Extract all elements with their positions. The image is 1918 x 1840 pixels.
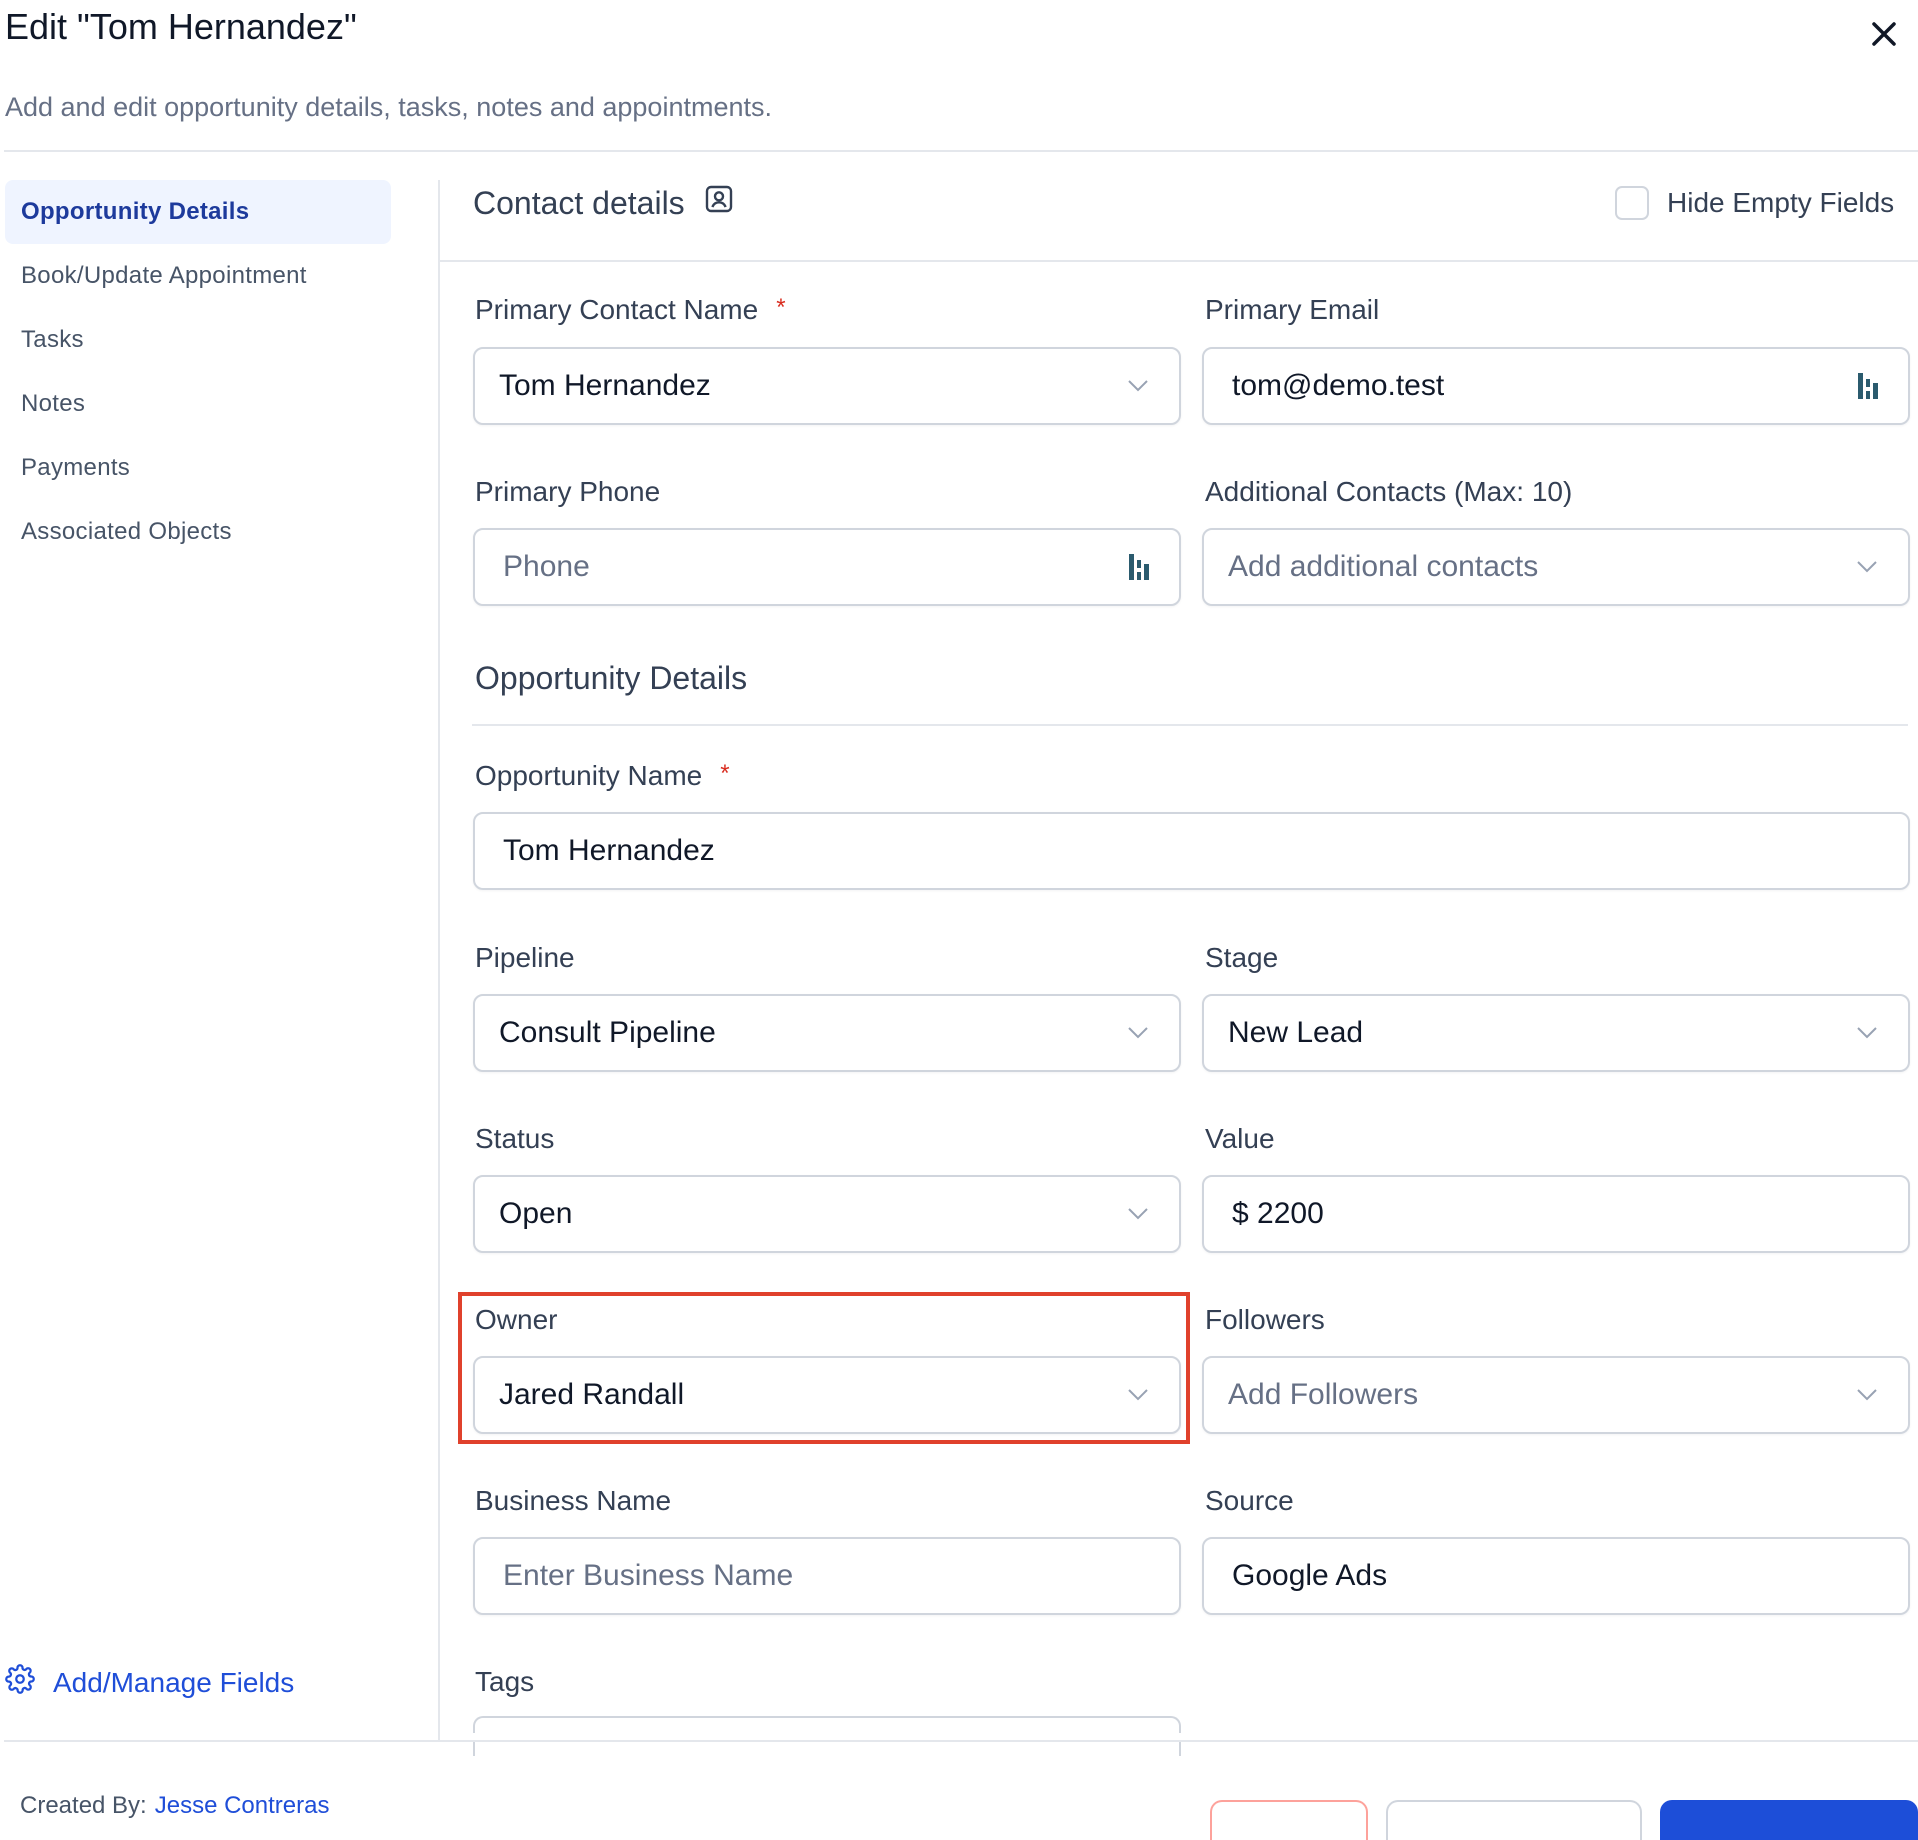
sidebar-item-label: Opportunity Details	[21, 198, 250, 225]
hide-empty-fields-label: Hide Empty Fields	[1667, 187, 1895, 218]
source-field[interactable]: Google Ads	[1202, 1537, 1910, 1615]
primary-contact-select[interactable]: Tom Hernandez	[473, 347, 1181, 425]
save-button[interactable]	[1660, 1800, 1918, 1840]
footer-divider	[4, 1740, 1918, 1742]
additional-contacts-select[interactable]: Add additional contacts	[1202, 528, 1910, 606]
pipeline-value: Consult Pipeline	[499, 1016, 716, 1049]
pipeline-select[interactable]: Consult Pipeline	[473, 994, 1181, 1072]
created-by-user-link[interactable]: Jesse Contreras	[155, 1792, 330, 1819]
cancel-button[interactable]	[1386, 1800, 1642, 1840]
sidebar-item-label: Associated Objects	[21, 518, 232, 545]
contact-card-icon	[685, 183, 735, 223]
primary-email-label: Primary Email	[1205, 294, 1380, 325]
opportunity-name-field[interactable]: Tom Hernandez	[473, 812, 1910, 890]
stage-select[interactable]: New Lead	[1202, 994, 1910, 1072]
header-divider	[4, 150, 1918, 152]
chevron-down-icon	[1121, 379, 1155, 393]
add-manage-fields-link[interactable]: Add/Manage Fields	[5, 1664, 294, 1701]
opportunity-details-heading: Opportunity Details	[475, 660, 748, 696]
sidebar-item-tasks[interactable]: Tasks	[5, 308, 391, 372]
sidebar-item-label: Payments	[21, 454, 131, 481]
sidebar-item-notes[interactable]: Notes	[5, 372, 391, 436]
modal-subtitle: Add and edit opportunity details, tasks,…	[5, 92, 772, 122]
owner-value: Jared Randall	[499, 1378, 685, 1411]
value-label: Value	[1205, 1123, 1275, 1154]
gear-icon	[5, 1664, 53, 1701]
business-name-placeholder: Enter Business Name	[503, 1559, 794, 1592]
primary-phone-field[interactable]: Phone	[473, 528, 1181, 606]
created-by-label: Created By:	[20, 1792, 147, 1819]
chevron-down-icon	[1121, 1026, 1155, 1040]
status-select[interactable]: Open	[473, 1175, 1181, 1253]
primary-contact-label: Primary Contact Name *	[475, 294, 786, 326]
opportunity-name-label: Opportunity Name *	[475, 760, 730, 792]
stage-label: Stage	[1205, 942, 1279, 973]
pipeline-label: Pipeline	[475, 942, 575, 973]
opportunity-name-label-text: Opportunity Name	[475, 760, 703, 791]
hide-empty-fields-checkbox[interactable]	[1615, 186, 1649, 220]
primary-email-value: tom@demo.test	[1232, 369, 1445, 402]
stage-value: New Lead	[1228, 1016, 1364, 1049]
chevron-down-icon	[1850, 1388, 1884, 1402]
chevron-down-icon	[1850, 560, 1884, 574]
primary-email-field[interactable]: tom@demo.test	[1202, 347, 1910, 425]
chevron-down-icon	[1121, 1207, 1155, 1221]
owner-select[interactable]: Jared Randall	[473, 1356, 1181, 1434]
sidebar-item-book-appointment[interactable]: Book/Update Appointment	[5, 244, 391, 308]
business-name-label: Business Name	[475, 1485, 672, 1516]
smart-field-icon	[1856, 371, 1880, 401]
opportunity-name-value: Tom Hernandez	[503, 834, 715, 867]
value-field[interactable]: $ 2200	[1202, 1175, 1910, 1253]
business-name-field[interactable]: Enter Business Name	[473, 1537, 1181, 1615]
followers-select[interactable]: Add Followers	[1202, 1356, 1910, 1434]
chevron-down-icon	[1850, 1026, 1884, 1040]
delete-button[interactable]	[1210, 1800, 1368, 1840]
primary-contact-value: Tom Hernandez	[499, 369, 711, 402]
required-marker: *	[776, 294, 786, 321]
contact-details-heading: Contact details	[473, 183, 735, 223]
additional-contacts-label: Additional Contacts (Max: 10)	[1205, 476, 1573, 507]
contact-details-title: Contact details	[473, 184, 685, 221]
additional-contacts-placeholder: Add additional contacts	[1228, 550, 1539, 583]
add-manage-fields-label: Add/Manage Fields	[53, 1666, 295, 1698]
sidebar-divider	[438, 180, 440, 1740]
opportunity-divider	[472, 724, 1908, 726]
section-divider	[440, 260, 1918, 262]
sidebar-item-payments[interactable]: Payments	[5, 436, 391, 500]
sidebar-item-label: Book/Update Appointment	[21, 262, 307, 289]
hide-empty-fields-toggle[interactable]: Hide Empty Fields	[1615, 186, 1894, 220]
followers-label: Followers	[1205, 1304, 1325, 1335]
owner-label: Owner	[475, 1304, 558, 1335]
status-label: Status	[475, 1123, 555, 1154]
primary-phone-placeholder: Phone	[503, 550, 590, 583]
value-amount: $ 2200	[1232, 1197, 1324, 1230]
tags-label: Tags	[475, 1666, 535, 1697]
sidebar-item-associated-objects[interactable]: Associated Objects	[5, 500, 391, 564]
sidebar-item-opportunity-details[interactable]: Opportunity Details	[5, 180, 391, 244]
sidebar-item-label: Notes	[21, 390, 86, 417]
source-label: Source	[1205, 1485, 1294, 1516]
status-value: Open	[499, 1197, 573, 1230]
followers-placeholder: Add Followers	[1228, 1378, 1419, 1411]
primary-phone-label: Primary Phone	[475, 476, 661, 507]
smart-field-icon	[1127, 552, 1151, 582]
edit-opportunity-modal: Edit "Tom Hernandez" Add and edit opport…	[0, 0, 1918, 1840]
chevron-down-icon	[1121, 1388, 1155, 1402]
sidebar-item-label: Tasks	[21, 326, 84, 353]
close-icon[interactable]	[1864, 14, 1904, 54]
source-value: Google Ads	[1232, 1559, 1388, 1592]
primary-contact-label-text: Primary Contact Name	[475, 294, 759, 325]
modal-title: Edit "Tom Hernandez"	[5, 6, 357, 47]
required-marker: *	[720, 760, 730, 787]
